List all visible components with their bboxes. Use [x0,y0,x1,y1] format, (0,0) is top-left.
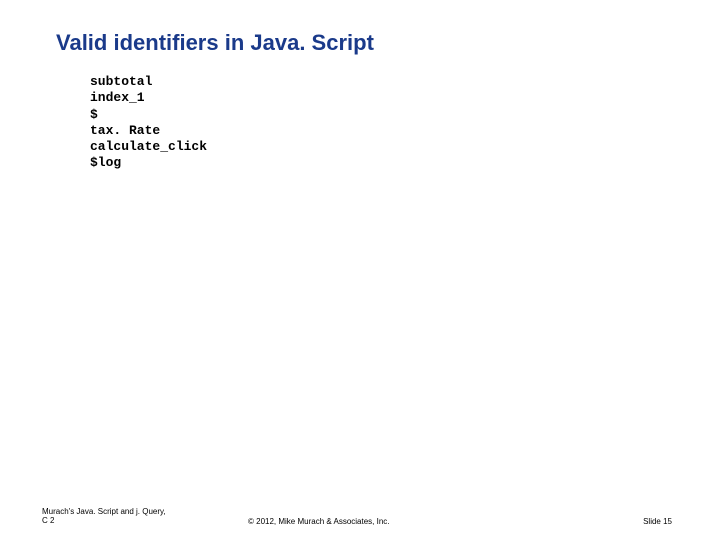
footer-left: Murach's Java. Script and j. Query, C 2 [42,507,192,526]
footer-chapter: C 2 [42,516,192,526]
identifier-item: $ [90,107,670,123]
identifier-item: $log [90,155,670,171]
footer-slide-number: Slide 15 [643,517,672,526]
footer-copyright: © 2012, Mike Murach & Associates, Inc. [192,517,643,526]
footer-book-title: Murach's Java. Script and j. Query, [42,507,192,517]
slide-footer: Murach's Java. Script and j. Query, C 2 … [0,507,720,526]
slide: Valid identifiers in Java. Script subtot… [0,0,720,540]
identifier-item: index_1 [90,90,670,106]
identifier-item: calculate_click [90,139,670,155]
identifier-item: tax. Rate [90,123,670,139]
identifier-list: subtotal index_1 $ tax. Rate calculate_c… [56,74,670,172]
slide-title: Valid identifiers in Java. Script [56,30,670,56]
identifier-item: subtotal [90,74,670,90]
